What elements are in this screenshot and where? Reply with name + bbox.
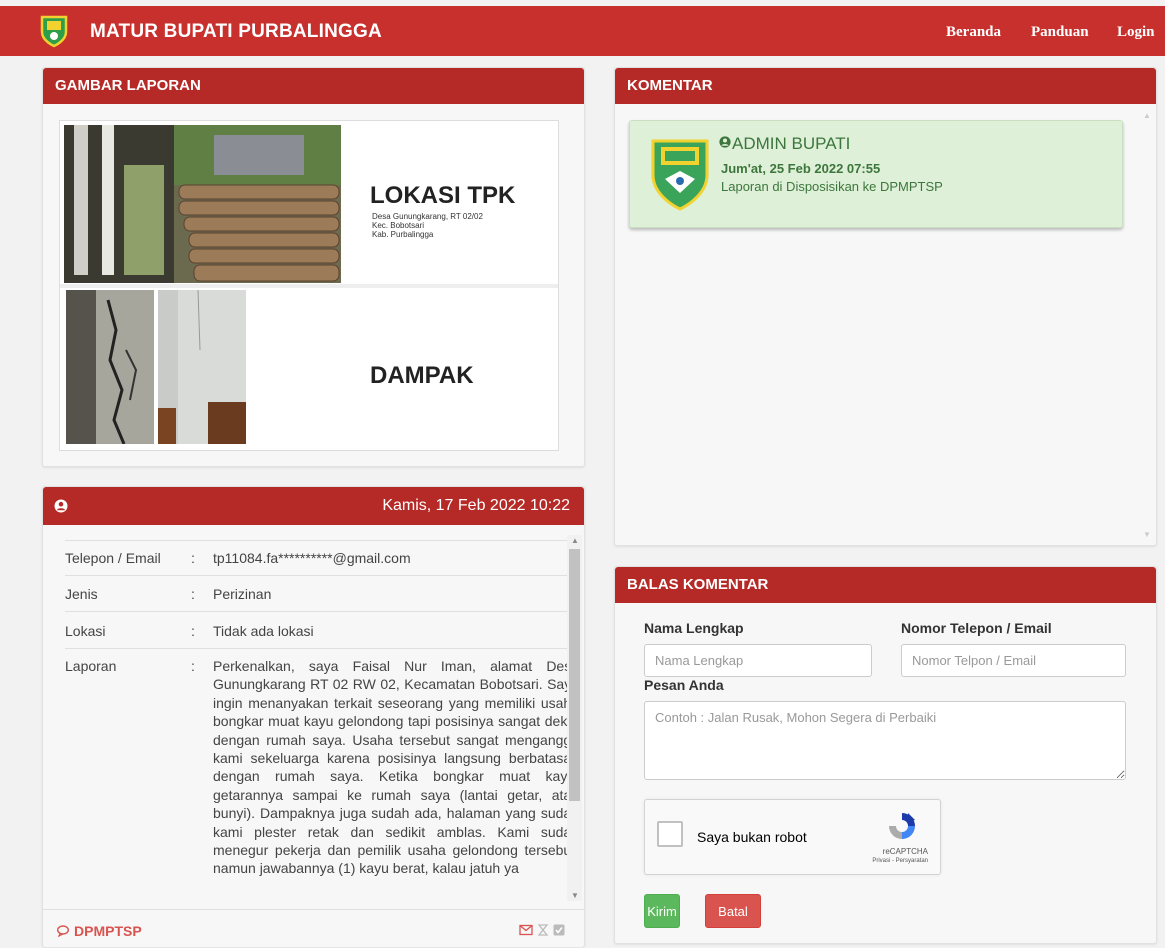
recaptcha-logo-icon xyxy=(889,813,915,839)
message-textarea[interactable] xyxy=(644,701,1126,780)
comments-icon xyxy=(57,925,69,937)
user-circle-icon xyxy=(719,136,731,148)
comments-heading: KOMENTAR xyxy=(615,68,1156,104)
submit-button[interactable]: Kirim xyxy=(644,894,680,928)
scroll-down-arrow[interactable]: ▼ xyxy=(571,891,579,900)
scroll-up-arrow[interactable]: ▲ xyxy=(571,536,579,545)
reply-panel: BALAS KOMENTAR Nama Lengkap Nomor Telepo… xyxy=(614,566,1157,944)
agency-link[interactable]: DPMPTSP xyxy=(74,923,142,939)
info-row-location: Lokasi : Tidak ada lokasi xyxy=(65,611,581,648)
report-scroll-area[interactable]: Telepon / Email : tp11084.fa**********@g… xyxy=(43,525,584,909)
image1-title: LOKASI TPK xyxy=(370,182,516,209)
name-label: Nama Lengkap xyxy=(644,620,744,636)
scroll-thumb[interactable] xyxy=(569,549,580,801)
nav-panduan[interactable]: Panduan xyxy=(1031,24,1089,41)
comment-author: ADMIN BUPATI xyxy=(732,134,851,153)
recaptcha-brand: reCAPTCHA xyxy=(882,847,928,856)
report-detail-header: Kamis, 17 Feb 2022 10:22 xyxy=(43,487,584,525)
contact-input[interactable] xyxy=(901,644,1126,677)
image1-address-line3: Kab. Purbalingga xyxy=(372,230,434,239)
contact-label: Nomor Telepon / Email xyxy=(901,620,1052,636)
recaptcha-widget: Saya bukan robot reCAPTCHA Privasi - Per… xyxy=(644,799,941,875)
report-footer: DPMPTSP xyxy=(43,909,584,948)
report-image-panel: GAMBAR LAPORAN LOKASI TPK Desa Gunungkar… xyxy=(42,67,585,467)
image2-title: DAMPAK xyxy=(370,362,474,389)
reply-heading: BALAS KOMENTAR xyxy=(615,567,1156,603)
nav-login[interactable]: Login xyxy=(1117,24,1155,41)
name-input[interactable] xyxy=(644,644,872,677)
report-label: Laporan xyxy=(65,658,117,674)
hourglass-icon xyxy=(537,924,549,936)
info-row-contact: Telepon / Email : tp11084.fa**********@g… xyxy=(65,540,581,575)
image1-address-line1: Desa Gunungkarang, RT 02/02 xyxy=(372,212,483,221)
colon: : xyxy=(191,586,195,602)
recaptcha-links[interactable]: Privasi - Persyaratan xyxy=(872,858,928,864)
top-navbar: MATUR BUPATI PURBALINGGA Beranda Panduan… xyxy=(0,6,1165,56)
comment-item: ADMIN BUPATI Jum'at, 25 Feb 2022 07:55 L… xyxy=(629,120,1123,228)
check-square-icon xyxy=(553,924,565,936)
contact-value: tp11084.fa**********@gmail.com xyxy=(213,550,411,566)
report-image-heading: GAMBAR LAPORAN xyxy=(43,68,584,104)
cracked-floor-photo xyxy=(66,290,154,444)
site-title[interactable]: MATUR BUPATI PURBALINGGA xyxy=(90,21,382,43)
comment-datetime: Jum'at, 25 Feb 2022 07:55 xyxy=(721,161,881,176)
image-divider xyxy=(60,284,558,288)
report-detail-panel: Kamis, 17 Feb 2022 10:22 Telepon / Email… xyxy=(42,486,585,947)
location-label: Lokasi xyxy=(65,623,106,639)
report-text: Perkenalkan, saya Faisal Nur Iman, alama… xyxy=(213,658,579,877)
info-row-report: Laporan : Perkenalkan, saya Faisal Nur I… xyxy=(65,648,581,909)
user-circle-icon xyxy=(54,499,68,513)
colon: : xyxy=(191,658,195,674)
scroll-down-arrow[interactable]: ▼ xyxy=(1143,530,1151,539)
nav-beranda[interactable]: Beranda xyxy=(946,24,1001,41)
colon: : xyxy=(191,550,195,566)
type-value: Perizinan xyxy=(213,586,272,602)
timber-yard-photo xyxy=(64,125,341,283)
colon: : xyxy=(191,623,195,639)
purbalingga-crest-logo[interactable] xyxy=(38,14,70,48)
admin-avatar-crest xyxy=(651,139,709,211)
type-label: Jenis xyxy=(65,586,98,602)
image1-address-line2: Kec. Bobotsari xyxy=(372,221,425,230)
message-label: Pesan Anda xyxy=(644,677,724,693)
report-image[interactable]: LOKASI TPK Desa Gunungkarang, RT 02/02 K… xyxy=(59,120,559,451)
comments-scrollbar[interactable]: ▲ ▼ xyxy=(1139,110,1154,540)
report-scrollbar[interactable]: ▲ ▼ xyxy=(567,535,582,901)
comment-message: Laporan di Disposisikan ke DPMPTSP xyxy=(721,179,943,194)
recaptcha-label: Saya bukan robot xyxy=(697,829,807,845)
envelope-icon xyxy=(519,924,533,936)
recaptcha-checkbox[interactable] xyxy=(657,821,683,847)
comments-scroll-area[interactable]: ADMIN BUPATI Jum'at, 25 Feb 2022 07:55 L… xyxy=(615,104,1156,545)
comments-panel: KOMENTAR ADMIN BUPATI Jum'at, 25 Feb 202… xyxy=(614,67,1157,546)
info-row-type: Jenis : Perizinan xyxy=(65,575,581,611)
report-date: Kamis, 17 Feb 2022 10:22 xyxy=(382,497,570,514)
cracked-wall-photo xyxy=(158,290,246,444)
scroll-up-arrow[interactable]: ▲ xyxy=(1143,111,1151,120)
cancel-button[interactable]: Batal xyxy=(705,894,761,928)
contact-label: Telepon / Email xyxy=(65,550,161,566)
location-value: Tidak ada lokasi xyxy=(213,623,314,639)
